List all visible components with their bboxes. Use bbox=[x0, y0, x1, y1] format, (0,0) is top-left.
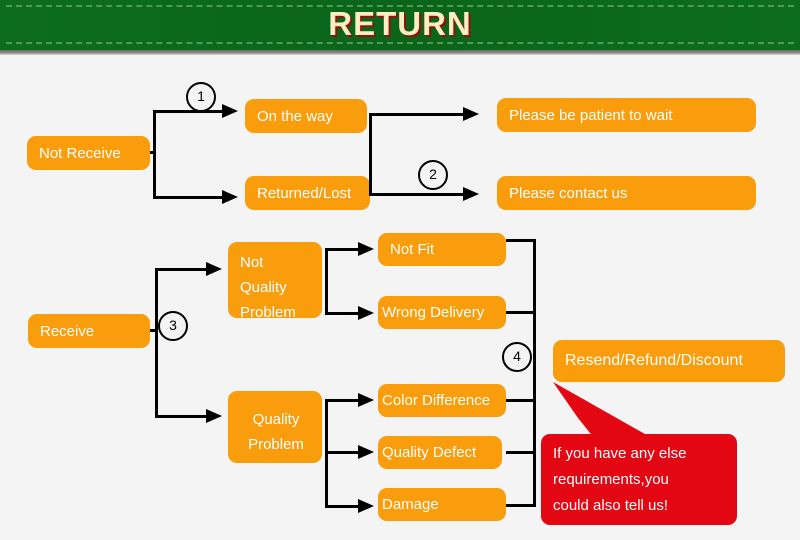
connector-not-receive-spine bbox=[153, 110, 156, 199]
connector-states-spine bbox=[369, 113, 372, 195]
connector-to-please-wait bbox=[369, 113, 469, 116]
connector-to-not-quality-problem bbox=[155, 268, 211, 271]
arrowhead-to-returned-lost bbox=[222, 190, 238, 204]
box-damage[interactable]: Damage bbox=[378, 488, 506, 521]
arrowhead-to-not-fit bbox=[358, 242, 374, 256]
box-quality-defect[interactable]: Quality Defect bbox=[378, 436, 502, 469]
arrowhead-to-color-difference bbox=[358, 393, 374, 407]
callout-line-1: If you have any else bbox=[553, 445, 687, 462]
arrowhead-to-wrong-delivery bbox=[358, 306, 374, 320]
connector-to-quality-problem bbox=[155, 415, 211, 418]
page-title: RETURN bbox=[328, 5, 472, 42]
connector-to-returned-lost bbox=[153, 196, 228, 199]
box-not-quality-problem-line-3: Problem bbox=[240, 304, 296, 321]
arrowhead-to-quality-defect bbox=[358, 445, 374, 459]
box-please-contact-us[interactable]: Please contact us bbox=[497, 176, 756, 210]
box-color-difference[interactable]: Color Difference bbox=[378, 384, 506, 417]
box-resend-refund-discount[interactable]: Resend/Refund/Discount bbox=[553, 340, 785, 382]
box-quality-problem-line-2: Problem bbox=[248, 436, 304, 453]
box-please-be-patient-to-wait[interactable]: Please be patient to wait bbox=[497, 98, 756, 132]
page-header-banner: RETURN bbox=[0, 0, 800, 50]
connector-reasons-collector-spine bbox=[533, 239, 536, 507]
box-not-quality-problem[interactable]: Not Quality Problem bbox=[228, 242, 322, 321]
arrowhead-to-not-quality-problem bbox=[206, 262, 222, 276]
box-returned-lost[interactable]: Returned/Lost bbox=[245, 176, 370, 210]
connector-not-quality-spine bbox=[325, 248, 328, 315]
box-on-the-way[interactable]: On the way bbox=[245, 99, 367, 133]
return-policy-flowchart: RETURN Not Receive 1 On the way Returned… bbox=[0, 0, 800, 540]
box-not-fit[interactable]: Not Fit bbox=[378, 233, 506, 266]
connector-to-please-contact bbox=[369, 193, 469, 196]
box-receive[interactable]: Receive bbox=[28, 314, 150, 348]
arrowhead-to-please-contact bbox=[463, 187, 479, 201]
banner-shadow bbox=[0, 50, 800, 55]
callout-line-2: requirements,you bbox=[553, 471, 669, 488]
connector-not-fit-out bbox=[506, 239, 536, 242]
arrowhead-to-damage bbox=[358, 499, 374, 513]
step-marker-1: 1 bbox=[186, 82, 216, 112]
box-not-quality-problem-line-2: Quality bbox=[240, 279, 287, 296]
box-quality-problem-line-1: Quality bbox=[252, 411, 300, 428]
box-not-receive[interactable]: Not Receive bbox=[27, 136, 150, 170]
arrowhead-to-quality-problem bbox=[206, 409, 222, 423]
connector-receive-spine bbox=[155, 268, 158, 418]
callout-tail bbox=[553, 382, 652, 438]
connector-to-on-the-way bbox=[153, 110, 228, 113]
box-not-quality-problem-line-1: Not bbox=[240, 254, 264, 271]
callout-extra-requirements: If you have any else requirements,you co… bbox=[541, 434, 737, 525]
box-wrong-delivery[interactable]: Wrong Delivery bbox=[378, 296, 506, 329]
arrowhead-to-on-the-way bbox=[222, 104, 238, 118]
connector-color-difference-out bbox=[506, 399, 536, 402]
step-marker-3: 3 bbox=[158, 311, 188, 341]
connector-damage-out bbox=[506, 504, 536, 507]
box-quality-problem[interactable]: Quality Problem bbox=[228, 391, 322, 463]
step-marker-2: 2 bbox=[418, 160, 448, 190]
callout-line-3: could also tell us! bbox=[553, 497, 669, 514]
arrowhead-to-please-wait bbox=[463, 107, 479, 121]
step-marker-4: 4 bbox=[502, 342, 532, 372]
connector-quality-defect-out bbox=[506, 451, 536, 454]
connector-wrong-delivery-out bbox=[506, 311, 536, 314]
